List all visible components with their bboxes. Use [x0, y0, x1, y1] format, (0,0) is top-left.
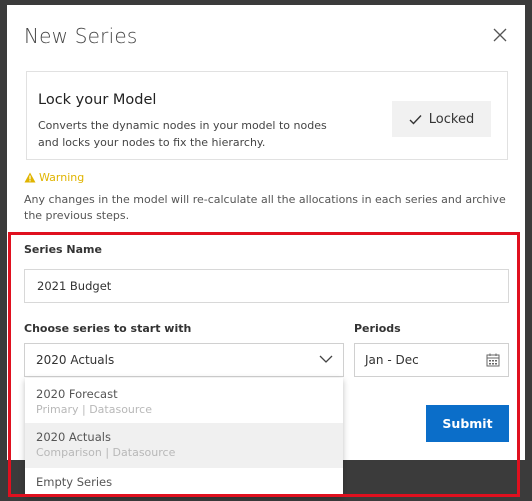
locked-button-label: Locked	[428, 111, 475, 127]
option-sublabel: Primary | Datasource	[36, 403, 152, 416]
dropdown-option-empty-series[interactable]: Empty Series	[25, 468, 343, 496]
dropdown-option-2020-actuals[interactable]: 2020 Actuals Comparison | Datasource	[25, 423, 343, 468]
lock-model-description: Converts the dynamic nodes in your model…	[38, 119, 327, 149]
series-name-value: 2021 Budget	[37, 279, 112, 293]
periods-value: Jan - Dec	[365, 353, 419, 367]
dialog-title: New Series	[24, 24, 138, 48]
start-with-select[interactable]: 2020 Actuals	[24, 343, 344, 377]
locked-button[interactable]: Locked	[392, 101, 491, 137]
series-name-input[interactable]: 2021 Budget	[24, 269, 509, 303]
start-with-value: 2020 Actuals	[36, 353, 115, 367]
check-icon	[409, 114, 422, 125]
lock-model-title: Lock your Model	[38, 92, 157, 108]
option-sublabel: Comparison | Datasource	[36, 446, 176, 459]
warning-heading: Warning	[24, 171, 84, 184]
option-label: 2020 Actuals	[36, 430, 111, 444]
option-label: 2020 Forecast	[36, 387, 118, 401]
submit-button[interactable]: Submit	[426, 405, 509, 442]
periods-label: Periods	[354, 322, 401, 335]
warning-label: Warning	[39, 171, 85, 184]
close-button[interactable]	[492, 27, 508, 43]
series-dropdown-list: 2020 Forecast Primary | Datasource 2020 …	[25, 378, 343, 496]
chevron-down-icon	[319, 355, 333, 363]
periods-input[interactable]: Jan - Dec	[354, 343, 509, 377]
series-name-label: Series Name	[24, 243, 102, 256]
lock-model-card: Lock your Model Converts the dynamic nod…	[26, 71, 508, 160]
close-icon	[493, 28, 507, 42]
option-label: Empty Series	[36, 475, 113, 489]
dropdown-option-2020-forecast[interactable]: 2020 Forecast Primary | Datasource	[25, 378, 343, 423]
warning-triangle-icon	[24, 172, 36, 183]
start-with-label: Choose series to start with	[24, 322, 192, 335]
calendar-icon	[486, 353, 500, 367]
warning-text: Any changes in the model will re-calcula…	[24, 193, 506, 222]
